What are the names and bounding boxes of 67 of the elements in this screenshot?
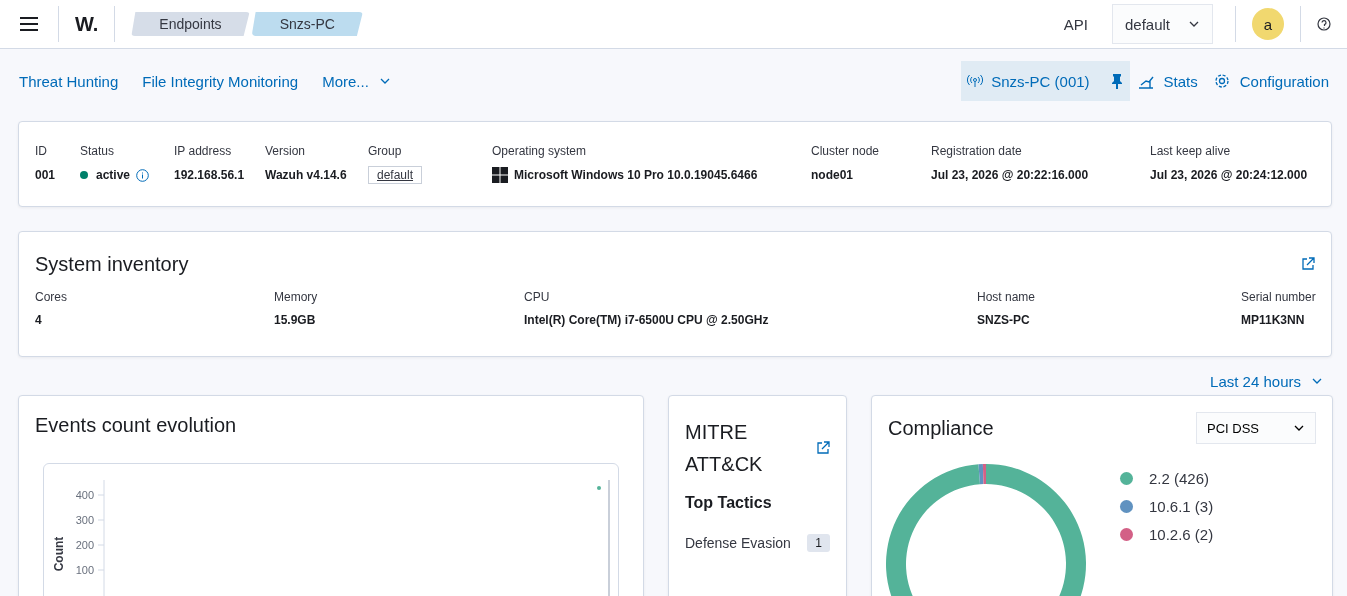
field-value: SNZS-PC	[977, 313, 1031, 327]
field-value: 001	[35, 167, 57, 184]
info-icon[interactable]	[136, 168, 150, 182]
logo[interactable]: W.	[75, 12, 99, 36]
field-label: Version	[265, 144, 307, 158]
field-label: Serial number	[1241, 290, 1316, 304]
data-point	[597, 486, 601, 490]
breadcrumb[interactable]: Snzs-PC	[251, 12, 363, 36]
nav-link[interactable]: File Integrity Monitoring	[142, 72, 299, 90]
field-value: active	[96, 168, 131, 182]
field-value: Microsoft Windows 10 Pro 10.0.19045.6466	[514, 168, 758, 182]
settings-icon	[1213, 73, 1230, 89]
breadcrumb[interactable]: Endpoints	[131, 12, 250, 36]
tick-label: 400	[75, 489, 94, 501]
standard-select[interactable]: PCI DSS	[1196, 412, 1316, 444]
antenna-icon	[967, 74, 984, 88]
tick-label: 200	[75, 539, 94, 551]
external-link-icon[interactable]	[816, 441, 830, 455]
card-title: Events count evolution	[35, 414, 238, 437]
field-label: Group	[368, 144, 403, 158]
field-value: 15.9GB	[274, 313, 317, 327]
field-label: Memory	[274, 290, 319, 304]
field-value: 4	[35, 313, 43, 327]
windows-icon	[492, 167, 508, 183]
field-value: node01	[811, 167, 854, 184]
field-value: Jul 23, 2026 @ 20:22:16.000	[931, 167, 1090, 184]
field-value: Intel(R) Core(TM) i7-6500U CPU @ 2.50GHz	[524, 313, 770, 327]
field-label: Cores	[35, 290, 68, 304]
field-value: MP11K3NN	[1241, 313, 1306, 327]
field-label: IP address	[174, 144, 233, 158]
tactic-name[interactable]: Defense Evasion	[685, 535, 791, 551]
menu-icon	[20, 17, 38, 31]
stats-link[interactable]: Stats	[1137, 72, 1198, 90]
section-title: Top Tactics	[685, 494, 773, 512]
field-label: Operating system	[492, 144, 588, 158]
agent-button[interactable]: Snzs-PC (001)	[961, 61, 1130, 101]
field-label: CPU	[524, 290, 551, 304]
tick-label: 300	[75, 514, 94, 526]
field-label: Registration date	[931, 144, 1023, 158]
field-label: Host name	[977, 290, 1037, 304]
group-link[interactable]: default	[368, 166, 423, 184]
field-label: Status	[80, 144, 116, 158]
field-label: ID	[35, 144, 48, 158]
nav-link[interactable]: Threat Hunting	[19, 72, 119, 90]
time-range-picker[interactable]: Last 24 hours	[1210, 367, 1323, 395]
card-title: Compliance	[888, 416, 994, 440]
axis-title: Count	[52, 536, 66, 572]
field-value: Wazuh v4.14.6	[265, 167, 348, 184]
legend-label[interactable]: 2.2 (426)	[1149, 470, 1210, 487]
card-title: System inventory	[35, 252, 189, 276]
field-value: 192.168.56.1	[174, 167, 246, 184]
configuration-link[interactable]: Configuration	[1213, 72, 1329, 90]
api-label: API	[1063, 15, 1088, 33]
count-badge: 1	[807, 534, 830, 552]
field-label: Last keep alive	[1150, 144, 1232, 158]
external-link-icon[interactable]	[1301, 257, 1315, 271]
more-menu[interactable]: More...	[322, 72, 391, 90]
card-title: MITRE ATT&CK	[685, 420, 764, 477]
pin-icon	[1109, 73, 1124, 89]
user-avatar[interactable]: a	[1252, 8, 1284, 40]
field-label: Cluster node	[811, 144, 881, 158]
tick-label: 100	[75, 564, 94, 576]
help-icon[interactable]	[1317, 17, 1331, 31]
legend-label[interactable]: 10.6.1 (3)	[1149, 498, 1214, 515]
field-value: Jul 23, 2026 @ 20:24:12.000	[1150, 167, 1309, 184]
legend-label[interactable]: 10.2.6 (2)	[1149, 526, 1214, 543]
api-select[interactable]: default	[1111, 4, 1213, 44]
